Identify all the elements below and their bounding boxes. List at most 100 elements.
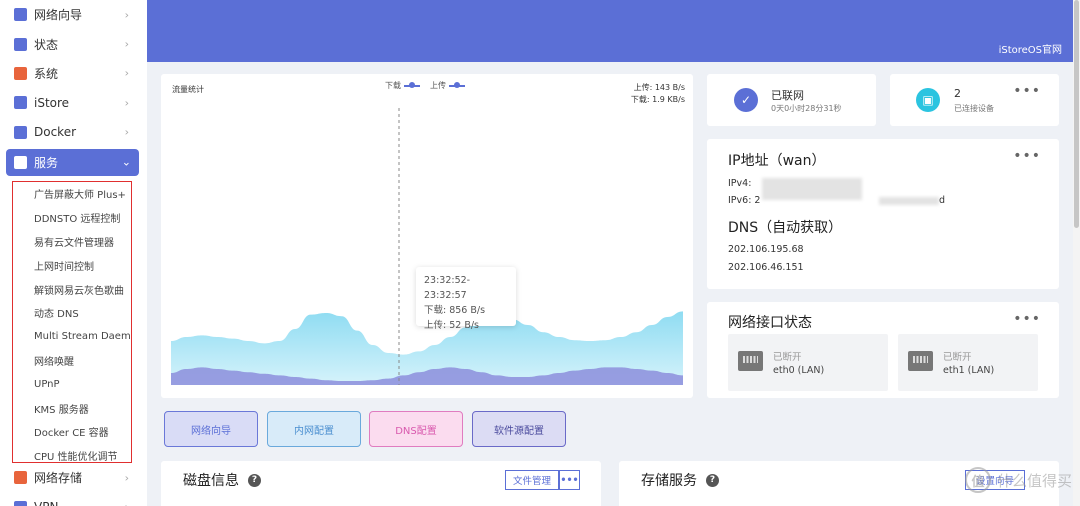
port-status: 已断开 bbox=[943, 352, 972, 363]
port-eth1[interactable]: 已断开 eth1 (LAN) bbox=[898, 334, 1038, 391]
online-status-card: ✓ 已联网 0天0小时28分31秒 bbox=[707, 74, 876, 126]
ipv6-label: IPv6: 2 bbox=[728, 195, 761, 206]
ethernet-port-icon bbox=[908, 351, 933, 371]
services-submenu: 广告屏蔽大师 Plus+ DDNSTO 远程控制 易有云文件管理器 上网时间控制 解锁网… bbox=[12, 181, 132, 463]
watermark: 值 什么值得买 bbox=[964, 467, 1072, 493]
check-icon: ✓ bbox=[734, 88, 758, 112]
traffic-title: 流量统计 bbox=[172, 85, 204, 94]
disk-info-card: 磁盘信息? 文件管理 ••• bbox=[161, 461, 601, 506]
file-manager-button[interactable]: 文件管理 bbox=[505, 470, 559, 490]
monitor-icon: ▣ bbox=[916, 88, 940, 112]
submenu-item[interactable]: 广告屏蔽大师 Plus+ bbox=[13, 182, 131, 206]
whale-icon bbox=[14, 125, 27, 139]
sidebar-item-label: 服务 bbox=[34, 155, 59, 170]
submenu-item[interactable]: 网络唤醒 bbox=[13, 349, 131, 373]
devices-count: 2 bbox=[954, 87, 961, 100]
sidebar-item-2[interactable]: 系统 › bbox=[0, 59, 147, 88]
chevron-right-icon: › bbox=[124, 37, 129, 51]
chevron-right-icon: › bbox=[125, 501, 129, 506]
sidebar-item-4[interactable]: Docker › bbox=[0, 118, 147, 147]
sidebar-item-3[interactable]: iStore › bbox=[0, 88, 147, 117]
storage-icon bbox=[14, 471, 27, 485]
online-duration: 0天0小时28分31秒 bbox=[771, 104, 842, 113]
submenu-item[interactable]: 易有云文件管理器 bbox=[13, 230, 131, 254]
submenu-item[interactable]: 解锁网易云灰色歌曲 bbox=[13, 277, 131, 301]
port-eth0[interactable]: 已断开 eth0 (LAN) bbox=[728, 334, 888, 391]
submenu-item[interactable]: DDNSTO 远程控制 bbox=[13, 206, 131, 230]
ip-more-button[interactable]: ••• bbox=[1013, 149, 1041, 163]
vpn-icon bbox=[14, 500, 27, 506]
dns-server-2: 202.106.46.151 bbox=[728, 262, 804, 273]
submenu-item[interactable]: UPnP bbox=[13, 372, 131, 396]
sidebar-item-label: 网络存储 bbox=[34, 471, 83, 486]
traffic-chart bbox=[171, 108, 683, 385]
online-label: 已联网 bbox=[771, 89, 804, 102]
ipv4-redacted bbox=[762, 178, 862, 200]
sidebar-item-label: 系统 bbox=[34, 66, 59, 81]
sidebar-item-5[interactable]: 服务 ⌄ bbox=[6, 148, 139, 176]
watermark-logo-icon: 值 bbox=[964, 467, 991, 493]
submenu-item[interactable]: Docker CE 容器 bbox=[13, 420, 131, 444]
quick-button-3[interactable]: 软件源配置 bbox=[472, 411, 566, 447]
grid-icon bbox=[14, 37, 27, 51]
chevron-down-icon: ⌄ bbox=[121, 155, 131, 169]
port-status: 已断开 bbox=[773, 352, 802, 363]
sidebar-item-label: iStore bbox=[34, 95, 70, 110]
dns-server-1: 202.106.195.68 bbox=[728, 244, 804, 255]
traffic-stats-card: 流量统计 下载 上传 上传: 143 B/s 下载: 1.9 KB/s 23:3… bbox=[161, 74, 693, 398]
disk-title: 磁盘信息? bbox=[183, 470, 261, 490]
page-scrollbar[interactable] bbox=[1073, 0, 1080, 506]
devices-more-button[interactable]: ••• bbox=[1013, 84, 1041, 98]
submenu-item[interactable]: Multi Stream Daemon bbox=[13, 325, 131, 349]
ipv6-tail: d bbox=[939, 195, 946, 206]
help-icon[interactable]: ? bbox=[706, 473, 719, 487]
upload-rate: 上传: 143 B/s bbox=[633, 83, 685, 92]
scrollbar-thumb[interactable] bbox=[1074, 0, 1079, 228]
quick-button-2[interactable]: DNS配置 bbox=[369, 411, 463, 447]
chevron-right-icon: › bbox=[124, 8, 129, 22]
official-site-link[interactable]: iStoreOS官网 bbox=[999, 41, 1062, 56]
storage-title: 存储服务? bbox=[641, 470, 719, 490]
tooltip-time: 23:32:52-23:32:57 bbox=[424, 275, 471, 301]
sidebar: 网络向导 › 状态 › 系统 › iStore › Docker › 服务 ⌄ 广告屏蔽大师 Plus… bbox=[0, 0, 147, 506]
watermark-text: 什么值得买 bbox=[996, 471, 1072, 490]
quick-button-1[interactable]: 内网配置 bbox=[267, 411, 361, 447]
interface-more-button[interactable]: ••• bbox=[1013, 312, 1041, 326]
submenu-item[interactable]: KMS 服务器 bbox=[13, 396, 131, 420]
tooltip-download: 下载: 856 B/s bbox=[424, 305, 486, 316]
sidebar-bottom-item-1[interactable]: VPN › bbox=[0, 492, 147, 506]
chevron-right-icon: › bbox=[124, 125, 129, 139]
services-icon bbox=[14, 155, 27, 169]
chart-tooltip: 23:32:52-23:32:57 下载: 856 B/s 上传: 52 B/s bbox=[416, 267, 516, 331]
chart-legend: 下载 上传 bbox=[385, 80, 465, 91]
submenu-item[interactable]: 上网时间控制 bbox=[13, 253, 131, 277]
sidebar-item-label: 状态 bbox=[34, 37, 59, 52]
top-header: iStoreOS官网 bbox=[147, 0, 1080, 62]
cube-icon bbox=[14, 96, 27, 110]
chevron-right-icon: › bbox=[124, 471, 129, 485]
gear-icon bbox=[14, 66, 27, 80]
sidebar-item-0[interactable]: 网络向导 › bbox=[0, 0, 147, 29]
sidebar-bottom-item-0[interactable]: 网络存储 › bbox=[0, 463, 147, 492]
legend-upload[interactable]: 上传 bbox=[430, 80, 465, 91]
interface-title: 网络接口状态 bbox=[728, 315, 812, 331]
ip-address-card: ••• IP地址（wan） IPv4: IPv6: 2 d DNS（自动获取） … bbox=[707, 139, 1059, 289]
ipv4-label: IPv4: bbox=[728, 178, 752, 189]
current-rates: 上传: 143 B/s 下载: 1.9 KB/s bbox=[631, 82, 685, 106]
chevron-right-icon: › bbox=[124, 66, 129, 80]
download-rate: 下载: 1.9 KB/s bbox=[630, 95, 685, 104]
ethernet-port-icon bbox=[738, 351, 763, 371]
cube-icon bbox=[14, 8, 27, 22]
legend-download[interactable]: 下载 bbox=[385, 80, 420, 91]
port-name: eth0 (LAN) bbox=[773, 365, 825, 376]
port-name: eth1 (LAN) bbox=[943, 365, 995, 376]
sidebar-item-label: Docker bbox=[34, 125, 77, 140]
help-icon[interactable]: ? bbox=[248, 473, 261, 487]
quick-button-0[interactable]: 网络向导 bbox=[164, 411, 258, 447]
sidebar-item-1[interactable]: 状态 › bbox=[0, 29, 147, 58]
devices-label: 已连接设备 bbox=[954, 104, 994, 113]
submenu-item[interactable]: 动态 DNS bbox=[13, 301, 131, 325]
sidebar-item-label: 网络向导 bbox=[34, 8, 83, 23]
ipv6-redacted bbox=[879, 197, 939, 205]
disk-more-button[interactable]: ••• bbox=[559, 470, 580, 490]
